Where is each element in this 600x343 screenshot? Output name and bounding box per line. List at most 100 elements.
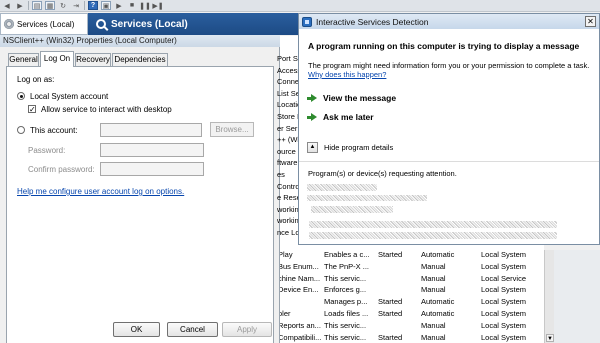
cell-logon: Local System xyxy=(481,285,527,295)
cell-desc: Enables a c... xyxy=(324,250,370,259)
view-message-label: View the message xyxy=(323,93,397,103)
stop-icon[interactable]: ■ xyxy=(127,1,137,10)
toolbar-separator xyxy=(28,1,29,10)
cell-desc: Manages p... xyxy=(324,297,368,307)
cell-logon: Local System xyxy=(481,297,527,307)
service-name-fragment: workin xyxy=(277,216,298,226)
service-name-fragment: ource E xyxy=(277,146,298,156)
divider xyxy=(299,161,599,162)
cell-desc: This servic... xyxy=(324,332,367,342)
allow-interact-checkbox[interactable]: ✓ xyxy=(28,105,36,114)
console-icon[interactable]: ▣ xyxy=(101,1,111,10)
ask-later-command[interactable]: Ask me later xyxy=(307,112,374,122)
service-name-fragment: e Rese xyxy=(277,193,298,203)
table-row[interactable]: Play Enables a c... Started Automatic Local … xyxy=(276,249,544,260)
cell-startup: Automatic xyxy=(421,297,455,307)
tab-dependencies[interactable]: Dependencies xyxy=(112,53,168,66)
table-row[interactable]: Reports an... This servic... Manual Local S… xyxy=(276,320,544,331)
cell-status: Started xyxy=(378,309,403,318)
why-link[interactable]: Why does this happen? xyxy=(308,70,386,79)
tab-log-on[interactable]: Log On xyxy=(40,51,74,67)
ask-later-label: Ask me later xyxy=(323,112,374,122)
redacted-text xyxy=(307,184,377,191)
cell-name: Device En... xyxy=(278,285,319,295)
scroll-down-icon[interactable]: ▼ xyxy=(546,334,554,342)
redacted-text xyxy=(309,232,557,239)
table-row[interactable]: Bus Enum... The PnP-X ... Manual Local Syst… xyxy=(276,261,544,272)
confirm-password-field[interactable] xyxy=(100,162,204,176)
view-message-command[interactable]: View the message xyxy=(307,93,397,103)
pause-icon[interactable]: ❚❚ xyxy=(139,1,151,10)
service-name-fragment: workin xyxy=(277,204,298,214)
collapse-details-button[interactable]: ▲ xyxy=(307,142,318,153)
redacted-text xyxy=(311,206,393,213)
tab-general[interactable]: General xyxy=(8,53,39,66)
dialog-title: NSClient++ (Win32) Properties (Local Com… xyxy=(0,35,280,47)
cell-status: Started xyxy=(378,332,403,342)
forward-icon[interactable]: ▶ xyxy=(15,1,25,10)
toolbar-separator xyxy=(84,1,85,10)
cell-desc: This servic... xyxy=(324,320,367,330)
service-name-fragment: Store I xyxy=(277,112,298,121)
properties-icon[interactable]: ▦ xyxy=(45,1,55,10)
close-button[interactable]: ✕ xyxy=(585,16,596,27)
service-name-fragment: Locatio xyxy=(277,100,298,110)
refresh-icon[interactable]: ↻ xyxy=(58,1,68,10)
play-icon[interactable]: ▶ xyxy=(114,1,124,10)
console-tree-icon[interactable]: ▤ xyxy=(32,1,42,10)
local-system-label: Local System account xyxy=(30,92,109,101)
cell-name: Compatibili... xyxy=(278,332,322,342)
message-body: The program might need information form … xyxy=(308,61,590,70)
cell-desc: This servic... xyxy=(324,273,367,283)
cell-startup: Manual xyxy=(421,273,446,283)
scrollbar[interactable]: ▼ xyxy=(544,250,554,343)
help-icon[interactable]: ? xyxy=(88,1,98,10)
hide-details-label: Hide program details xyxy=(324,143,394,152)
cell-name: chine Nam... xyxy=(278,273,321,283)
actions-pane xyxy=(554,250,600,343)
cell-startup: Automatic xyxy=(421,250,455,259)
table-row[interactable]: Device En... Enforces g... Manual Local Sys… xyxy=(276,284,544,295)
cell-status: Started xyxy=(378,297,403,307)
redacted-text xyxy=(309,221,557,228)
log-on-panel: Log on as: Local System account ✓ Allow … xyxy=(6,66,274,343)
cell-startup: Manual xyxy=(421,320,446,330)
account-field[interactable] xyxy=(100,123,202,137)
cell-startup: Automatic xyxy=(421,309,455,318)
browse-button[interactable]: Browse... xyxy=(210,122,254,137)
restart-icon[interactable]: ▶❚ xyxy=(152,1,163,10)
table-row[interactable]: Compatibili... This servic... Started Manua… xyxy=(276,332,544,343)
tab-recovery[interactable]: Recovery xyxy=(75,53,111,66)
local-system-radio[interactable] xyxy=(17,92,25,100)
service-name-fragment: ftware xyxy=(277,158,298,168)
tree-node-services[interactable]: Services (Local) xyxy=(0,13,88,35)
search-icon xyxy=(96,19,106,29)
this-account-label: This account: xyxy=(30,126,78,135)
export-icon[interactable]: ⇥ xyxy=(71,1,81,10)
service-name-fragment: nce Lo xyxy=(277,228,298,237)
service-name-fragment: ++ (Wi xyxy=(277,135,298,145)
password-field[interactable] xyxy=(100,143,204,157)
gear-icon xyxy=(4,19,14,29)
table-row[interactable]: Manages p... Started Automatic Local System xyxy=(276,296,544,307)
dialog-titlebar: Interactive Services Detection ✕ xyxy=(299,14,599,29)
apply-button[interactable]: Apply xyxy=(222,322,272,337)
cell-desc: The PnP-X ... xyxy=(324,261,370,271)
help-link[interactable]: Help me configure user account log on op… xyxy=(17,187,184,196)
dialog-title: Interactive Services Detection xyxy=(316,16,429,27)
cell-logon: Local System xyxy=(481,309,527,318)
table-row[interactable]: oler Loads files ... Started Automatic Local… xyxy=(276,308,544,319)
properties-dialog: NSClient++ (Win32) Properties (Local Com… xyxy=(0,35,280,343)
password-label: Password: xyxy=(28,146,66,155)
cell-name: oler xyxy=(278,309,291,318)
table-row[interactable]: chine Nam... This servic... Manual Local Se… xyxy=(276,273,544,284)
cell-name: Play xyxy=(278,250,293,259)
confirm-password-label: Confirm password: xyxy=(28,165,95,174)
back-icon[interactable]: ◀ xyxy=(2,1,12,10)
redacted-text xyxy=(307,195,427,201)
cancel-button[interactable]: Cancel xyxy=(167,322,218,337)
service-name-fragment: Contro xyxy=(277,181,298,191)
ok-button[interactable]: OK xyxy=(113,322,160,337)
message-heading: A program running on this computer is tr… xyxy=(308,41,580,51)
this-account-radio[interactable] xyxy=(17,126,25,134)
